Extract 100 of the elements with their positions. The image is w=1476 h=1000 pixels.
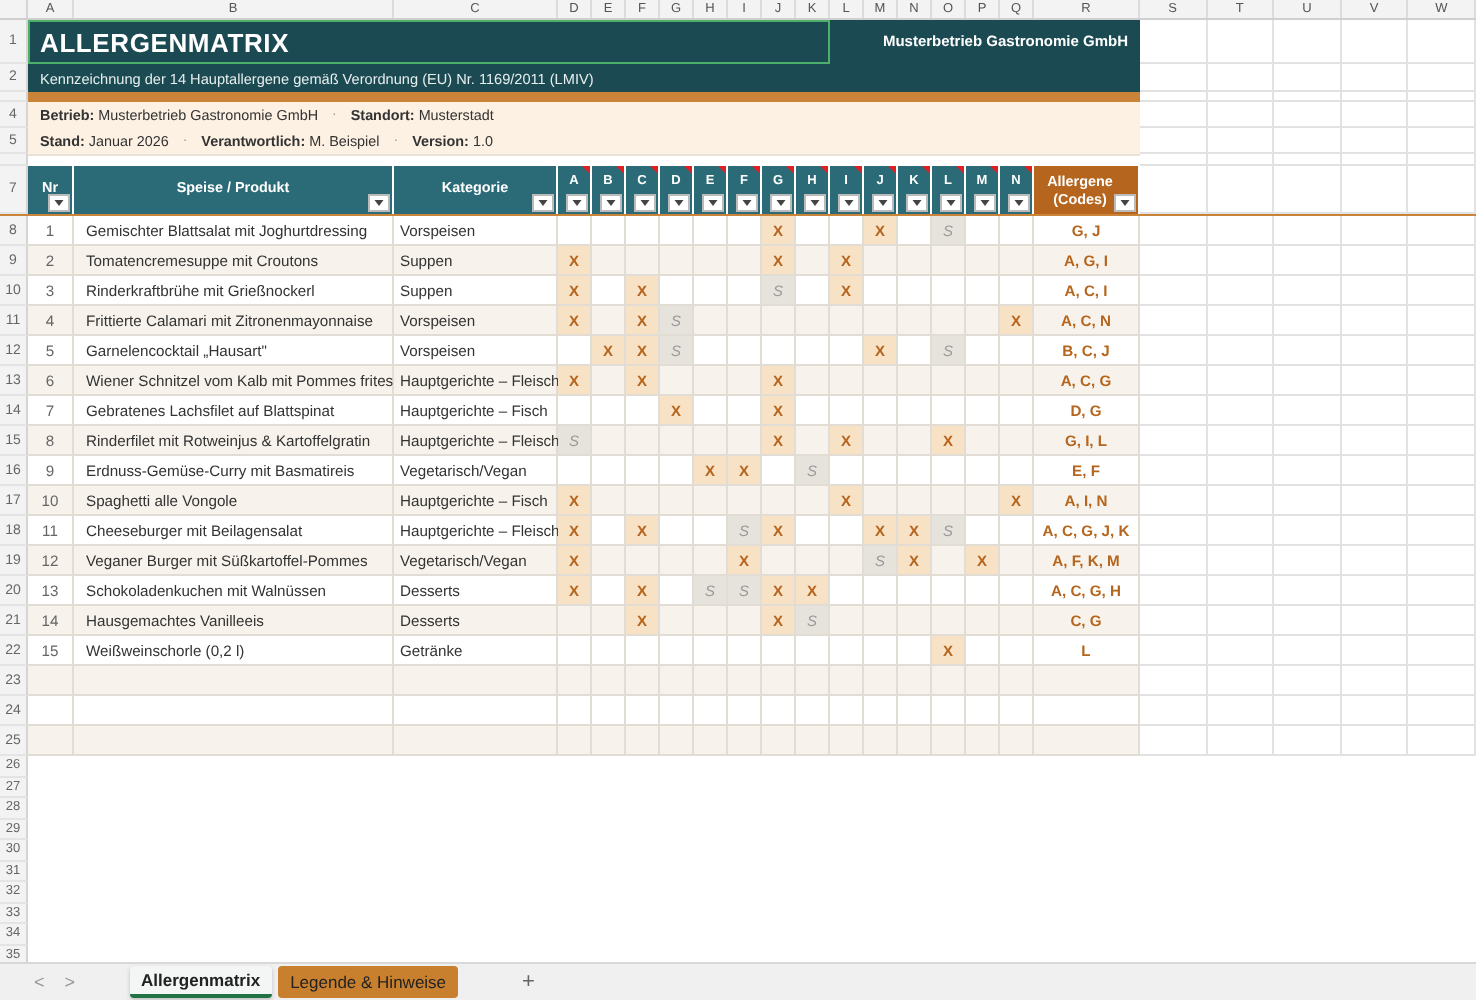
empty-cell [1274,576,1342,606]
empty-cell [1341,696,1409,726]
caret-icon [980,200,990,206]
caret-icon [606,200,616,206]
empty-cell [1408,166,1476,214]
filter-button[interactable] [1008,194,1030,212]
empty-cell [1341,102,1409,128]
empty-cell [1341,486,1409,516]
filter-button[interactable] [600,194,622,212]
empty-cell [1341,546,1409,576]
empty-cell [1274,306,1342,336]
caret-icon [1120,200,1130,206]
empty-cell [1274,726,1342,756]
empty-cell [1274,546,1342,576]
empty-cell [1341,606,1409,636]
filter-button[interactable] [804,194,826,212]
empty-cell [1207,276,1275,306]
filter-button[interactable] [838,194,860,212]
empty-cell [1207,696,1275,726]
filter-button[interactable] [668,194,690,212]
empty-cell [1408,276,1476,306]
empty-cell [1408,636,1476,666]
empty-cell [1207,366,1275,396]
empty-cell [1274,606,1342,636]
empty-cell [1341,276,1409,306]
filter-button[interactable] [634,194,656,212]
comment-marker-icon [888,166,896,174]
filter-button[interactable] [906,194,928,212]
comment-marker-icon [1024,166,1032,174]
sheet-tab[interactable]: Allergenmatrix [129,966,273,998]
filter-button[interactable] [940,194,962,212]
caret-icon [1014,200,1024,206]
comment-marker-icon [616,166,624,174]
empty-cell [1274,696,1342,726]
caret-icon [708,200,718,206]
empty-cell [1408,64,1476,92]
comment-marker-icon [718,166,726,174]
empty-cell [1341,64,1409,92]
caret-icon [810,200,820,206]
empty-cell [1341,426,1409,456]
comment-marker-icon [582,166,590,174]
empty-cell [1274,276,1342,306]
filter-button[interactable] [872,194,894,212]
caret-icon [946,200,956,206]
caret-icon [674,200,684,206]
empty-cell [1207,336,1275,366]
empty-cell [1341,20,1409,64]
caret-icon [844,200,854,206]
empty-cell [1207,576,1275,606]
empty-cell [1408,666,1476,696]
caret-icon [640,200,650,206]
filter-button[interactable] [974,194,996,212]
caret-icon [742,200,752,206]
empty-cell [1274,426,1342,456]
add-sheet-button[interactable]: + [510,968,547,996]
comment-marker-icon [650,166,658,174]
empty-cell [1341,396,1409,426]
empty-cell [1274,366,1342,396]
comment-marker-icon [854,166,862,174]
comment-marker-icon [820,166,828,174]
caret-icon [878,200,888,206]
filter-button[interactable] [48,194,70,212]
filter-button[interactable] [532,194,554,212]
empty-cell [1341,456,1409,486]
sheet-tab[interactable]: Legende & Hinweise [278,966,459,998]
empty-cell [1408,336,1476,366]
empty-cell [1274,636,1342,666]
empty-cell [1274,336,1342,366]
empty-cell [1408,20,1476,64]
filter-button[interactable] [770,194,792,212]
filter-button[interactable] [1114,194,1136,212]
empty-cell [1207,456,1275,486]
empty-cell [1408,306,1476,336]
filter-button[interactable] [736,194,758,212]
empty-cell [1207,216,1275,246]
empty-cell [1408,426,1476,456]
empty-cell [1207,666,1275,696]
filter-button[interactable] [566,194,588,212]
caret-icon [776,200,786,206]
empty-cell [1274,246,1342,276]
empty-cell [1274,20,1342,64]
empty-cell [1274,102,1342,128]
sheet-title: ALLERGENMATRIX [40,27,290,57]
empty-cell [1207,166,1275,214]
caret-icon [54,200,64,206]
empty-cell [1207,516,1275,546]
caret-icon [538,200,548,206]
empty-cell [1408,102,1476,128]
empty-cell [1408,576,1476,606]
filter-button[interactable] [368,194,390,212]
caret-icon [572,200,582,206]
empty-cell [1274,64,1342,92]
empty-cell [1341,516,1409,546]
empty-cell [1341,216,1409,246]
filter-button[interactable] [702,194,724,212]
empty-cell [1408,216,1476,246]
empty-cell [1408,696,1476,726]
caret-icon [912,200,922,206]
empty-cell [1341,636,1409,666]
comment-marker-icon [786,166,794,174]
